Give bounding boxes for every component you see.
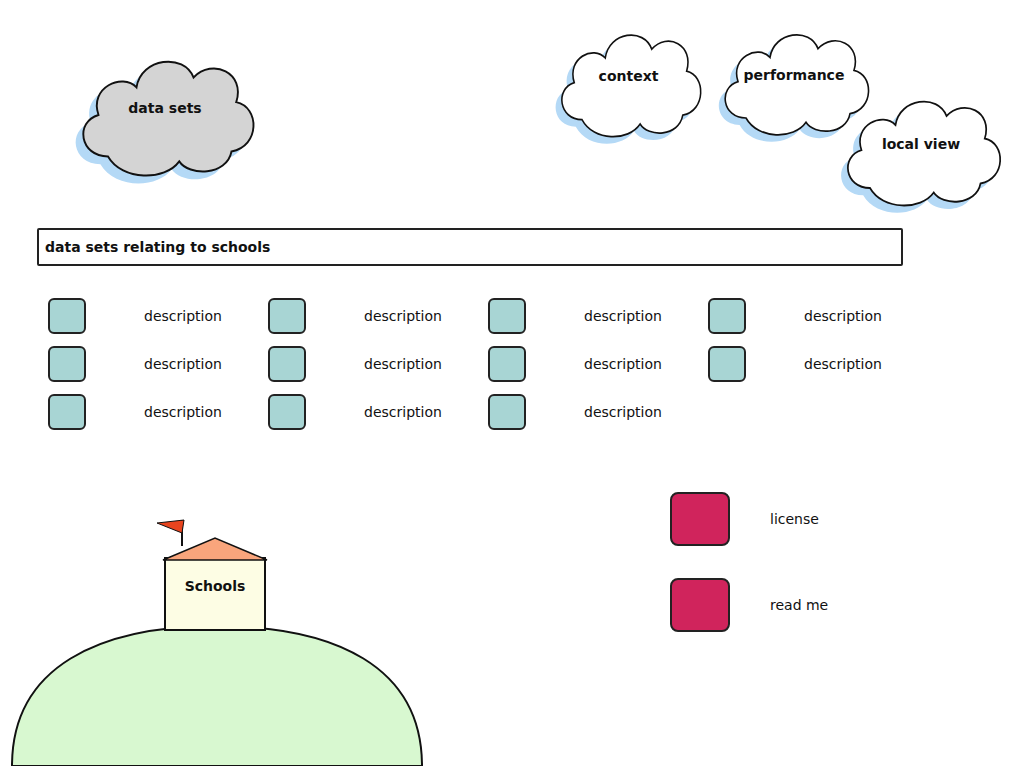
link-item[interactable]: read me	[670, 578, 828, 632]
dataset-description: description	[804, 356, 882, 372]
dataset-grid: description description description descrip…	[48, 298, 1024, 430]
dataset-icon[interactable]	[488, 394, 526, 430]
nav-cloud[interactable]: performance	[714, 14, 874, 144]
dataset-description: description	[584, 404, 662, 420]
dataset-description: description	[584, 356, 662, 372]
dataset-description: description	[584, 308, 662, 324]
nav-cloud[interactable]: context	[551, 14, 706, 146]
dataset-description: description	[364, 308, 442, 324]
page: data setscontextperformancelocal viewdat…	[0, 0, 1024, 768]
dataset-item[interactable]: description	[488, 394, 708, 430]
dataset-description: description	[144, 404, 222, 420]
nav-label: local view	[882, 136, 960, 160]
nav-cloud[interactable]: data sets	[70, 38, 260, 186]
school-label: Schools	[185, 578, 246, 594]
nav-group: context performance local view	[551, 0, 1006, 215]
dataset-item[interactable]: description	[488, 346, 708, 382]
section-title: data sets relating to schools	[37, 228, 903, 266]
nav-label: performance	[744, 67, 845, 91]
dataset-item[interactable]: description	[488, 298, 708, 334]
nav-label: data sets	[128, 100, 201, 124]
dataset-item[interactable]: description	[268, 394, 488, 430]
link-item[interactable]: license	[670, 492, 828, 546]
dataset-item[interactable]: description	[48, 394, 268, 430]
dataset-icon[interactable]	[488, 298, 526, 334]
links: license read me	[670, 492, 828, 632]
dataset-description: description	[364, 356, 442, 372]
nav-label: context	[599, 68, 659, 92]
nav-cloud[interactable]: local view	[836, 80, 1006, 215]
dataset-icon[interactable]	[48, 394, 86, 430]
dataset-item[interactable]: description	[268, 298, 488, 334]
dataset-icon[interactable]	[268, 298, 306, 334]
link-icon[interactable]	[670, 492, 730, 546]
dataset-description: description	[804, 308, 882, 324]
header: data sets context performance local view	[0, 0, 1024, 225]
dataset-icon[interactable]	[708, 298, 746, 334]
dataset-description: description	[144, 356, 222, 372]
dataset-icon[interactable]	[48, 298, 86, 334]
dataset-icon[interactable]	[708, 346, 746, 382]
dataset-item[interactable]: description	[268, 346, 488, 382]
dataset-item[interactable]: description	[48, 346, 268, 382]
dataset-icon[interactable]	[268, 346, 306, 382]
dataset-item[interactable]: description	[48, 298, 268, 334]
link-icon[interactable]	[670, 578, 730, 632]
dataset-description: description	[144, 308, 222, 324]
bottom-area: Schools license read me	[0, 430, 1024, 766]
link-label: read me	[770, 597, 828, 613]
dataset-item[interactable]: description	[708, 298, 928, 334]
dataset-description: description	[364, 404, 442, 420]
dataset-item[interactable]: description	[708, 346, 928, 382]
dataset-icon[interactable]	[268, 394, 306, 430]
dataset-icon[interactable]	[48, 346, 86, 382]
school-hill-icon: Schools	[0, 516, 430, 766]
dataset-icon[interactable]	[488, 346, 526, 382]
link-label: license	[770, 511, 819, 527]
